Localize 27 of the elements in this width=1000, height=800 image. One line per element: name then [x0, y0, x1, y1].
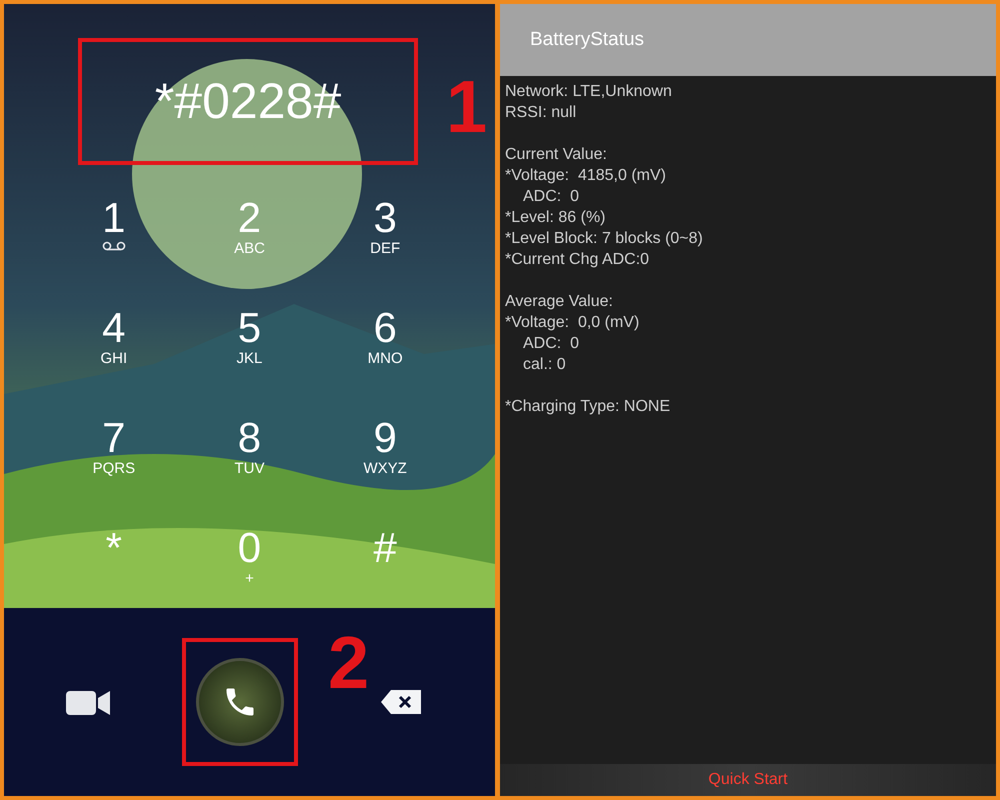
info-line: *Level: 86 (%)	[505, 208, 606, 228]
dial-key[interactable]: 7 PQRS	[68, 415, 159, 515]
info-line: RSSI: null	[505, 103, 578, 123]
dial-key[interactable]: 9 WXYZ	[340, 415, 430, 515]
dial-key[interactable]: 8 TUV	[204, 415, 294, 515]
dial-key[interactable]: 3 DEF	[340, 195, 430, 295]
info-line: *Level Block: 7 blocks (0~8)	[505, 229, 704, 249]
info-line: *Charging Type: NONE	[505, 397, 672, 417]
info-line: *Voltage: 4185,0 (mV)	[505, 166, 667, 186]
dialed-number: *#0228#	[154, 72, 342, 131]
backspace-icon[interactable]	[379, 688, 424, 716]
dial-key[interactable]: 1	[68, 195, 159, 295]
step-number: 2	[328, 626, 370, 700]
info-line: Average Value:	[505, 292, 614, 312]
info-line: Network: LTE,Unknown	[505, 82, 673, 102]
dial-key[interactable]: 5 JKL	[204, 305, 294, 405]
step-number: 1	[446, 70, 488, 144]
info-line: cal.: 0	[522, 355, 567, 375]
dial-key[interactable]: 4 GHI	[68, 305, 159, 405]
voicemail-icon	[100, 241, 127, 251]
info-line: Current Value:	[505, 145, 608, 165]
info-line: ADC: 0	[522, 187, 580, 207]
info-line: ADC: 0	[522, 334, 580, 354]
info-line: *Current Chg ADC:0	[505, 250, 650, 270]
info-line: *Voltage: 0,0 (mV)	[505, 313, 640, 333]
dial-key[interactable]: 6 MNO	[340, 305, 430, 405]
app-title: BatteryStatus	[530, 28, 644, 52]
